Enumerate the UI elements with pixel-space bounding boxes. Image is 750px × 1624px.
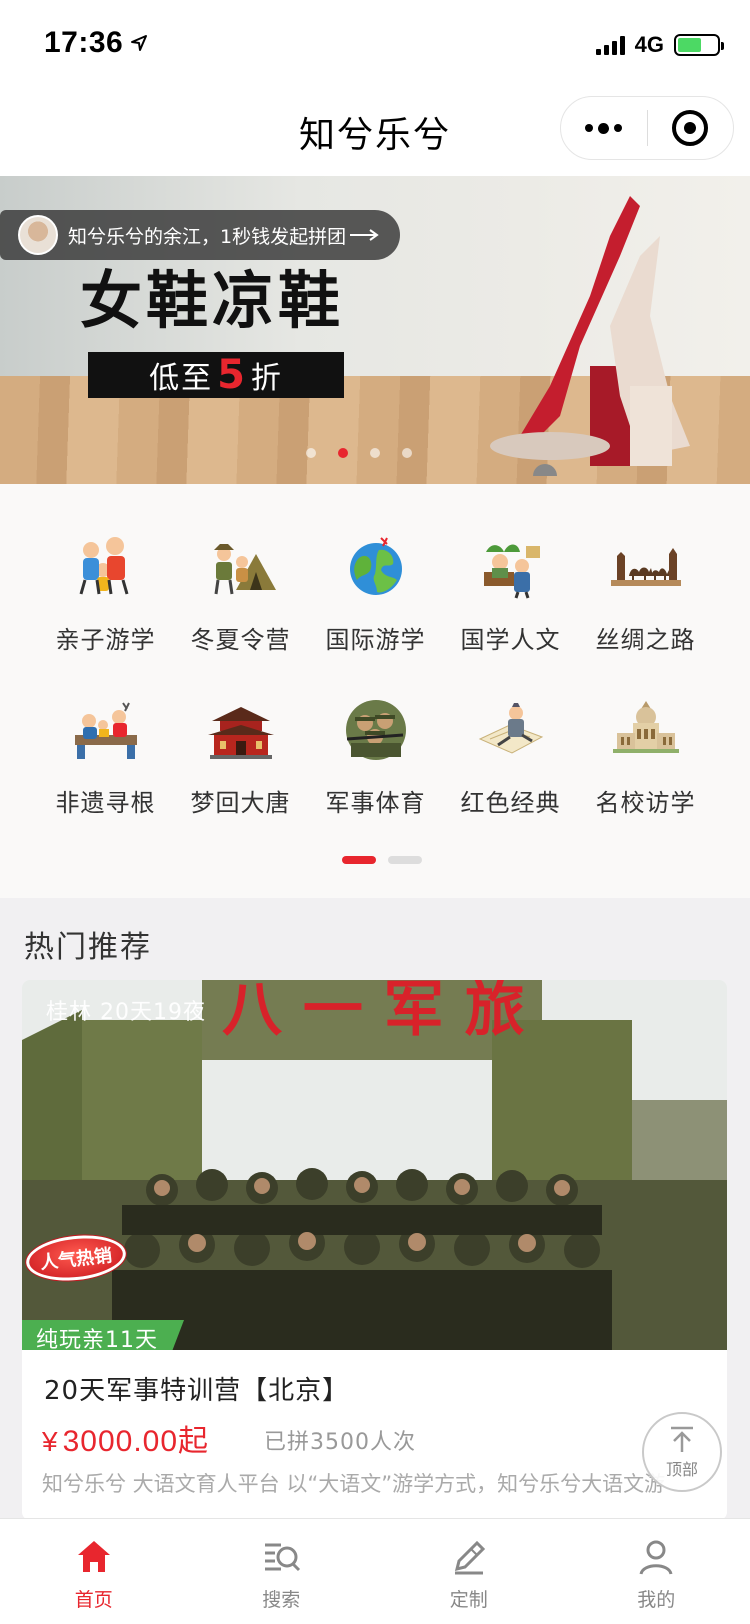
category-pagination [342, 856, 422, 864]
category-item[interactable]: 军事体育 [308, 695, 443, 818]
category-item[interactable]: 国学人文 [443, 532, 578, 655]
close-mini-program-button[interactable] [648, 97, 734, 159]
customize-icon [447, 1535, 491, 1579]
category-item[interactable]: 丝绸之路 [578, 532, 713, 655]
category-label: 丝绸之路 [595, 626, 696, 654]
tab-user[interactable]: 我的 [563, 1519, 750, 1624]
product-photo: 八 一 军 旅 桂林 20天19夜 人气热销 纯玩亲11天 [22, 980, 727, 1350]
category-label: 梦回大唐 [190, 789, 291, 817]
category-item[interactable]: 非遗寻根 [38, 695, 173, 818]
category-grid: 亲子游学 冬夏令营 国际游学 国学人文 丝绸之路非遗寻根 梦回大唐 军事体育 红色经典 名校访学 [38, 532, 712, 818]
network-type: 4G [634, 32, 664, 57]
svg-text:八 一 军 旅: 八 一 军 旅 [222, 980, 525, 1045]
tab-label: 定制 [449, 1589, 488, 1611]
user-icon [634, 1535, 678, 1579]
arrow-up-icon [671, 1426, 693, 1452]
category-item[interactable]: 亲子游学 [38, 532, 173, 655]
category-item[interactable]: 梦回大唐 [173, 695, 308, 818]
map-figure-icon [476, 695, 546, 765]
avatar [18, 215, 58, 255]
tab-search[interactable]: 搜索 [188, 1519, 376, 1624]
military-camp-image: 八 一 军 旅 [22, 980, 727, 1350]
category-label: 红色经典 [460, 789, 561, 817]
trip-location: 桂林 20天19夜 [46, 1000, 206, 1025]
toast-text: 知兮乐兮的余江，1秒钱发起拼团 [68, 225, 347, 248]
search-icon [259, 1535, 303, 1579]
more-button[interactable] [561, 97, 647, 159]
palace-icon [206, 695, 276, 765]
camel-caravan-icon [610, 532, 681, 602]
category-label: 名校访学 [595, 789, 696, 817]
group-buy-toast: 知兮乐兮的余江，1秒钱发起拼团 [0, 210, 400, 260]
tab-label: 我的 [637, 1589, 676, 1611]
status-time: 17:36 [44, 26, 124, 59]
section-title: 热门推荐 [24, 930, 152, 965]
tab-home[interactable]: 首页 [0, 1519, 188, 1624]
tab-customize[interactable]: 定制 [375, 1519, 563, 1624]
category-item[interactable]: 红色经典 [443, 695, 578, 818]
sandal-image [490, 196, 690, 476]
signal-icon [595, 35, 625, 55]
nav-bar: 知兮乐兮 [0, 88, 750, 176]
tab-label: 搜索 [262, 1589, 301, 1611]
banner-dot[interactable] [338, 448, 348, 458]
back-to-top-button[interactable]: 顶部 [642, 1412, 722, 1492]
category-item[interactable]: 国际游学 [308, 532, 443, 655]
scholar-icon [476, 532, 546, 602]
arrow-right-icon [350, 229, 379, 241]
banner-heading: 女鞋凉鞋 [80, 264, 345, 337]
category-label: 国际游学 [325, 626, 426, 654]
banner-discount: 低至 5 折 [88, 352, 344, 398]
target-icon [672, 110, 709, 146]
category-label: 非遗寻根 [55, 789, 156, 817]
category-item[interactable]: 冬夏令营 [173, 532, 308, 655]
tent-icon [206, 532, 276, 602]
banner-pagination [306, 448, 412, 458]
banner-dot[interactable] [306, 448, 316, 458]
more-dots-icon [585, 122, 623, 134]
category-grid-section: 亲子游学 冬夏令营 国际游学 国学人文 丝绸之路非遗寻根 梦回大唐 军事体育 红色经典 名校访学 [0, 484, 750, 898]
sold-count: 已拼3500人次 [264, 1430, 416, 1455]
product-description: 知兮乐兮 大语文育人平台 以“大语文”游学方式，知兮乐兮大语文游 [42, 1472, 666, 1496]
category-label: 亲子游学 [55, 626, 156, 654]
category-page-dot[interactable] [388, 856, 422, 864]
banner-dot[interactable] [370, 448, 380, 458]
hot-recommend-section: 热门推荐 八 一 军 旅 桂林 20天19夜 人气热销 纯玩亲11天 20天军事… [0, 898, 750, 1520]
back-to-top-label: 顶部 [665, 1460, 698, 1479]
craft-icon [71, 695, 141, 765]
battery-icon [674, 34, 724, 56]
product-card[interactable]: 八 一 军 旅 桂林 20天19夜 人气热销 纯玩亲11天 20天军事特训营【北… [22, 980, 727, 1520]
category-page-dot[interactable] [342, 856, 376, 864]
location-arrow-icon [131, 35, 147, 51]
category-label: 军事体育 [325, 789, 426, 817]
family-icon [71, 532, 141, 602]
globe-icon [341, 532, 411, 602]
product-price: ¥3000.00起 [42, 1425, 210, 1458]
home-icon [72, 1535, 116, 1579]
duration-ribbon: 纯玩亲11天 [22, 1320, 184, 1350]
soldier-icon [341, 695, 411, 765]
university-icon [611, 695, 681, 765]
category-label: 国学人文 [460, 626, 561, 654]
banner-dot[interactable] [402, 448, 412, 458]
status-bar: 17:36 4G [0, 0, 750, 88]
promo-banner[interactable]: 女鞋凉鞋 低至 5 折 知兮乐兮的余江，1秒钱发起拼团 [0, 176, 750, 484]
product-name: 20天军事特训营【北京】 [44, 1376, 350, 1406]
mini-program-capsule [560, 96, 734, 160]
category-item[interactable]: 名校访学 [578, 695, 713, 818]
category-label: 冬夏令营 [190, 626, 291, 654]
tab-label: 首页 [74, 1589, 113, 1611]
tab-bar: 首页 搜索 定制 我的 [0, 1518, 750, 1624]
